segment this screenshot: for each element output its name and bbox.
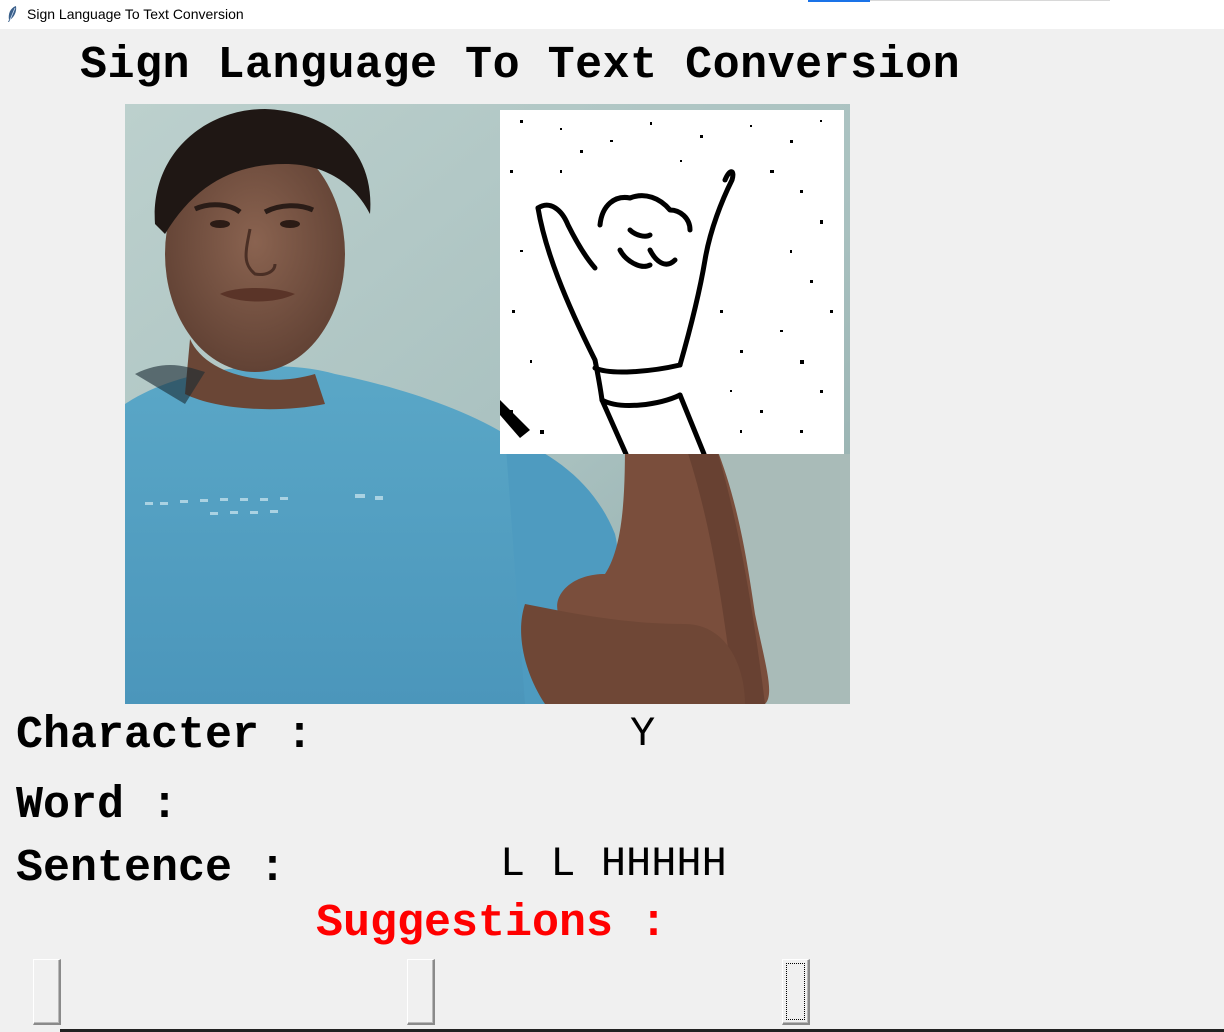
sentence-label: Sentence :	[16, 843, 287, 894]
page-title: Sign Language To Text Conversion	[80, 40, 961, 91]
suggestion-button-1[interactable]	[33, 959, 61, 1025]
word-label: Word :	[16, 780, 179, 831]
character-label: Character :	[16, 710, 314, 761]
hand-mask	[500, 110, 844, 454]
sentence-value: L L HHHHH	[500, 840, 727, 888]
titlebar-divider	[870, 0, 1110, 1]
suggestions-label: Suggestions :	[316, 898, 668, 949]
character-value: Y	[630, 710, 656, 758]
window-title: Sign Language To Text Conversion	[27, 6, 244, 22]
titlebar-accent-line	[808, 0, 870, 2]
suggestion-button-3[interactable]	[782, 959, 810, 1025]
suggestion-button-2[interactable]	[407, 959, 435, 1025]
feather-icon	[8, 6, 17, 22]
title-bar: Sign Language To Text Conversion	[0, 0, 1224, 29]
